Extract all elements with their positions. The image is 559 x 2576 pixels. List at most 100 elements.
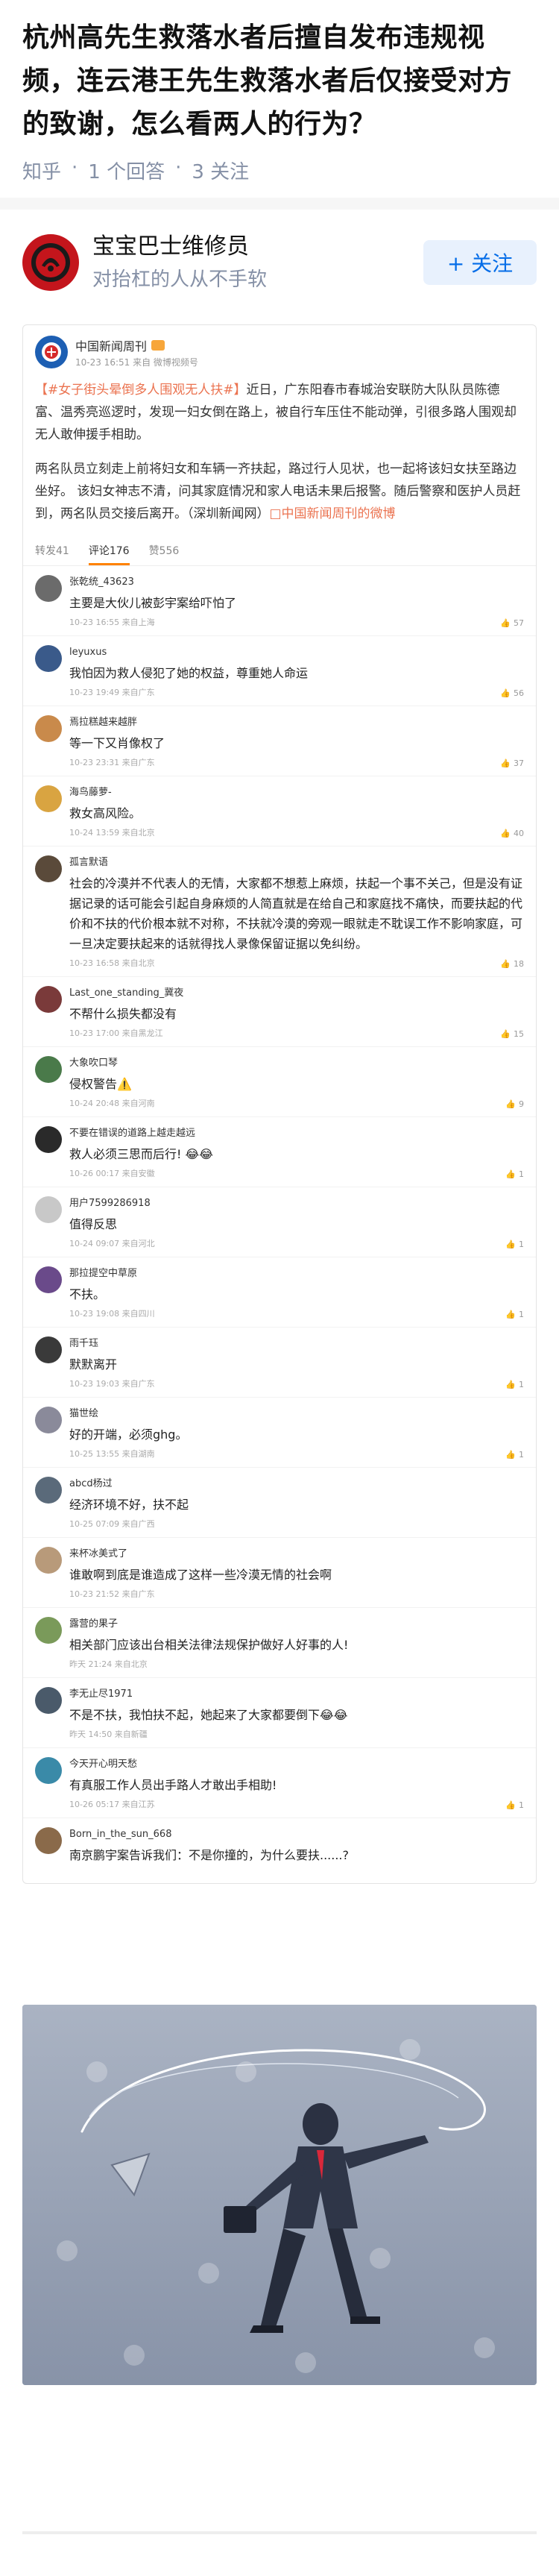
- comment-item: 露营的果子 相关部门应该出台相关法律法规保护做好人好事的人! 昨天 21:24 来自…: [23, 1608, 536, 1678]
- weibo-time: 10-23 16:51 来自 微博视频号: [75, 356, 198, 368]
- follow-button[interactable]: + 关注: [423, 240, 537, 285]
- comment-item: 雨千珏 默默离开 10-23 19:03 来自广东 👍 1: [23, 1328, 536, 1398]
- author-bio: 对抬杠的人从不手软: [92, 268, 268, 291]
- thumbs-up-icon: 👍: [505, 1450, 516, 1460]
- question-title[interactable]: 杭州高先生救落水者后擅自发布违规视频，连云港王先生救落水者后仅接受对方的致谢，怎…: [22, 16, 537, 146]
- comment-content: 露营的果子 相关部门应该出台相关法律法规保护做好人好事的人! 昨天 21:24 来自…: [69, 1617, 524, 1670]
- commenter-avatar: [35, 1126, 62, 1153]
- commenter-avatar: [35, 1617, 62, 1644]
- comment-content: 张乾统_43623 主要是大伙儿被彭宇案给吓怕了 10-23 16:55 来自上海: [69, 575, 524, 628]
- comment-item: 张乾统_43623 主要是大伙儿被彭宇案给吓怕了 10-23 16:55 来自上海 👍…: [23, 566, 536, 636]
- comment-meta: 10-25 07:09 来自广西: [69, 1519, 155, 1529]
- comment-content: 李无止尽1971 不是不扶，我怕扶不起，她起来了大家都要倒下😂😂 昨天 14:50 …: [69, 1687, 524, 1740]
- comment-meta: 10-23 19:49 来自广东: [69, 688, 155, 697]
- comment-item: 孤言默语 社会的冷漠并不代表人的无情，大家都不想惹上麻烦，扶起一个事不关己，但是没…: [23, 846, 536, 977]
- like-count: 18: [514, 959, 524, 969]
- comment-text: 救女高风险。: [69, 806, 142, 820]
- comment-like: 👍 1: [505, 1310, 524, 1319]
- weibo-avatar: [35, 336, 68, 368]
- comment-item: Born_in_the_sun_668 南京鹏宇案告诉我们：不是你撞的，为什么要扶…: [23, 1818, 536, 1873]
- thumbs-up-icon: 👍: [505, 1380, 516, 1389]
- news-logo-icon: [42, 342, 61, 362]
- like-count: 1: [519, 1380, 524, 1389]
- author-info: 宝宝巴士维修员 对抬杠的人从不手软: [92, 232, 423, 293]
- weibo-account-name: 中国新闻周刊: [75, 339, 148, 354]
- comment-meta: 10-23 16:58 来自北京: [69, 958, 155, 968]
- comment-content: 不要在错误的道路上越走越远 救人必须三思而后行! 😂😂 10-26 00:17 来自…: [69, 1126, 524, 1179]
- comment-like: 👍 1: [505, 1169, 524, 1179]
- commenter-name: 那拉提空中草原: [69, 1268, 138, 1279]
- commenter-avatar: [35, 1687, 62, 1714]
- like-count: 37: [514, 758, 524, 768]
- comment-like: 👍 9: [505, 1099, 524, 1109]
- logo-icon: [31, 243, 70, 282]
- commenter-name: 今天开心明天愁: [69, 1759, 138, 1770]
- hashtag: 【#女子街头晕倒多人围观无人扶#】: [35, 383, 247, 398]
- commenter-avatar: [35, 575, 62, 602]
- comment-meta: 昨天 14:50 来自新疆: [69, 1730, 148, 1739]
- comment-item: 李无止尽1971 不是不扶，我怕扶不起，她起来了大家都要倒下😂😂 昨天 14:50 …: [23, 1678, 536, 1748]
- comment-item: 大象吹口琴 侵权警告⚠️ 10-24 20:48 来自河南 👍 9: [23, 1047, 536, 1117]
- meta-dot: ·: [72, 157, 78, 179]
- answer-author: 宝宝巴士维修员 对抬杠的人从不手软 + 关注: [0, 210, 559, 315]
- commenter-name: 焉拉糕越来越胖: [69, 717, 138, 728]
- comment-meta: 10-24 13:59 来自北京: [69, 828, 155, 838]
- commenter-name: 露营的果子: [69, 1618, 119, 1630]
- like-count: 1: [519, 1240, 524, 1249]
- comment-content: 用户7599286918 值得反思 10-24 09:07 来自河北: [69, 1196, 524, 1249]
- author-name[interactable]: 宝宝巴士维修员: [92, 232, 423, 262]
- comment-content: 大象吹口琴 侵权警告⚠️ 10-24 20:48 来自河南: [69, 1056, 524, 1109]
- weibo-head-info: 中国新闻周刊 10-23 16:51 来自 微博视频号: [75, 336, 198, 368]
- avatar[interactable]: [22, 234, 79, 291]
- comment-meta: 10-23 19:08 来自四川: [69, 1309, 155, 1319]
- comment-content: 来杯冰美式了 谁敢啊到底是谁造成了这样一些冷漠无情的社会啊 10-23 21:52 …: [69, 1547, 524, 1600]
- thumbs-up-icon: 👍: [500, 959, 511, 969]
- comment-meta: 10-24 09:07 来自河北: [69, 1239, 155, 1248]
- question-meta: 知乎 · 1 个回答 · 3 关注: [22, 157, 537, 184]
- comment-text: 等一下又肖像权了: [69, 736, 165, 750]
- comment-content: 今天开心明天愁 有真服工作人员出手路人才敢出手相助! 10-26 05:17 来自江…: [69, 1757, 524, 1810]
- thumbs-up-icon: 👍: [500, 688, 511, 698]
- thumbs-up-icon: 👍: [505, 1099, 516, 1109]
- comment-meta: 10-23 19:03 来自广东: [69, 1379, 155, 1389]
- commenter-name: 雨千珏: [69, 1338, 99, 1349]
- thumbs-up-icon: 👍: [500, 829, 511, 838]
- weibo-link: □中国新闻周刊的微博: [269, 506, 396, 521]
- commenter-avatar: [35, 715, 62, 742]
- comment-text: 经济环境不好，扶不起: [69, 1498, 189, 1512]
- comment-content: abcd杨过 经济环境不好，扶不起 10-25 07:09 来自广西: [69, 1477, 524, 1530]
- comment-like: 👍 15: [500, 1029, 524, 1039]
- section-divider: [0, 198, 559, 210]
- comment-text: 谁敢啊到底是谁造成了这样一些冷漠无情的社会啊: [69, 1568, 332, 1582]
- illustration-image: [22, 2005, 537, 2385]
- comment-meta: 10-24 20:48 来自河南: [69, 1099, 155, 1108]
- commenter-avatar: [35, 1547, 62, 1574]
- commenter-avatar: [35, 1336, 62, 1363]
- comment-content: Last_one_standing_冀夜 不帮什么损失都没有 10-23 17:00…: [69, 986, 524, 1039]
- comment-like: 👍 56: [500, 688, 524, 698]
- comment-like: 👍 1: [505, 1450, 524, 1460]
- follower-count[interactable]: 3 关注: [192, 157, 249, 184]
- commenter-avatar: [35, 855, 62, 882]
- commenter-name: Last_one_standing_冀夜: [69, 987, 184, 999]
- vip-badge-icon: [151, 339, 165, 351]
- comment-list: 张乾统_43623 主要是大伙儿被彭宇案给吓怕了 10-23 16:55 来自上海 👍…: [23, 566, 536, 1883]
- commenter-avatar: [35, 645, 62, 672]
- source-label[interactable]: 知乎: [22, 157, 61, 184]
- answer-count[interactable]: 1 个回答: [88, 157, 165, 184]
- commenter-avatar: [35, 785, 62, 812]
- commenter-avatar: [35, 1196, 62, 1223]
- commenter-name: 孤言默语: [69, 857, 109, 868]
- comment-text: 南京鹏宇案告诉我们：不是你撞的，为什么要扶......?: [69, 1848, 350, 1862]
- comment-item: 海鸟藤萝- 救女高风险。 10-24 13:59 来自北京 👍 40: [23, 776, 536, 846]
- weibo-body: 【#女子街头晕倒多人围观无人扶#】近日，广东阳春市春城治安联防大队队员陈德富、温…: [23, 374, 536, 525]
- comment-content: Born_in_the_sun_668 南京鹏宇案告诉我们：不是你撞的，为什么要扶…: [69, 1827, 524, 1865]
- comment-item: 用户7599286918 值得反思 10-24 09:07 来自河北 👍 1: [23, 1187, 536, 1257]
- comment-item: 来杯冰美式了 谁敢啊到底是谁造成了这样一些冷漠无情的社会啊 10-23 21:52 …: [23, 1538, 536, 1608]
- commenter-name: 大象吹口琴: [69, 1058, 119, 1069]
- commenter-avatar: [35, 1266, 62, 1293]
- comment-item: abcd杨过 经济环境不好，扶不起 10-25 07:09 来自广西: [23, 1468, 536, 1538]
- like-count: 1: [519, 1169, 524, 1179]
- like-count: 40: [514, 829, 524, 838]
- comment-text: 主要是大伙儿被彭宇案给吓怕了: [69, 596, 237, 610]
